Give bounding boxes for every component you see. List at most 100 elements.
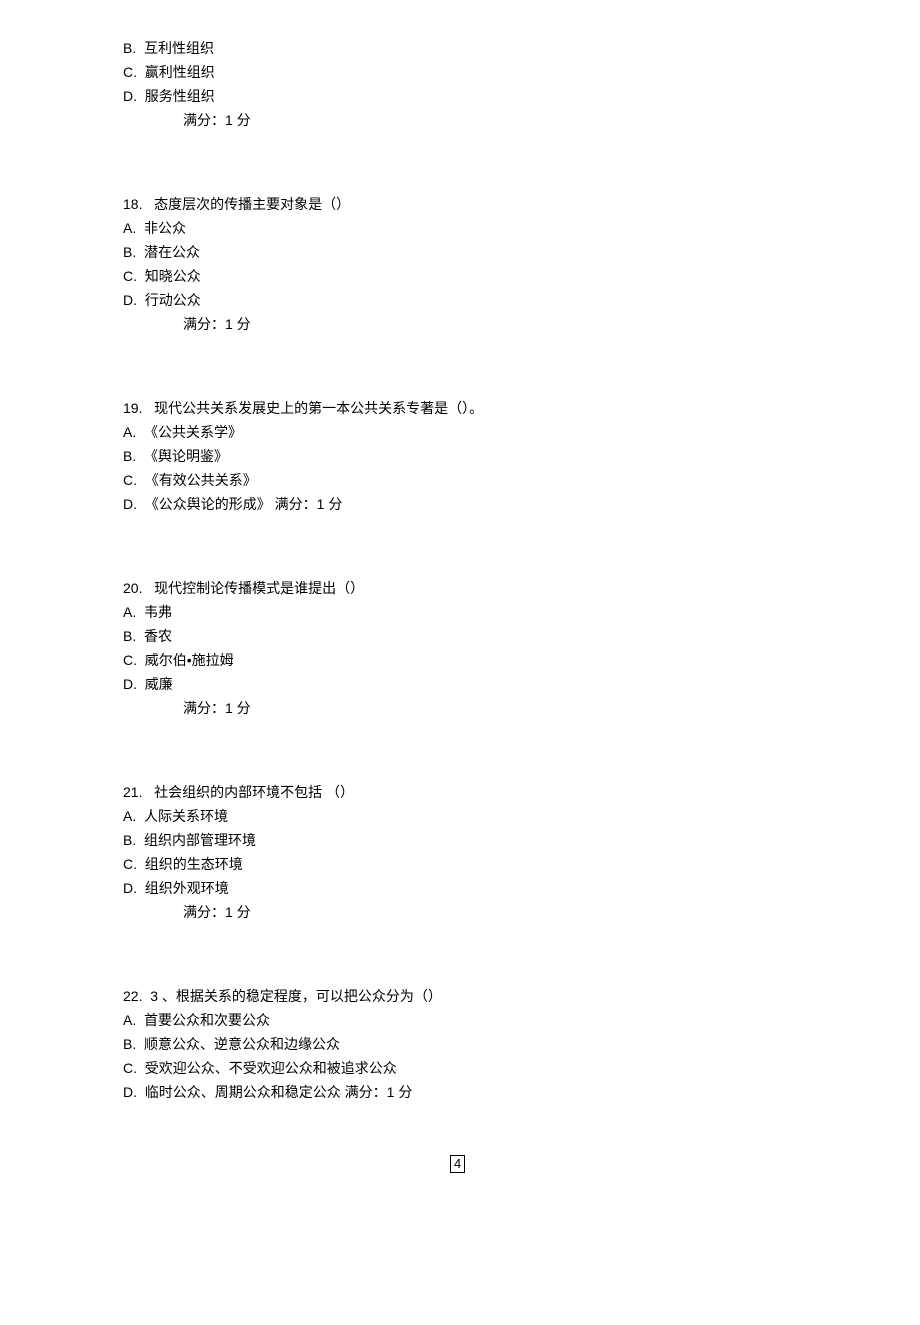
question-number: 21. xyxy=(123,784,142,800)
option-line: A. 人际关系环境 xyxy=(123,804,920,828)
option-text: 服务性组织 xyxy=(145,88,215,104)
option-text: 非公众 xyxy=(144,220,186,236)
option-text: 组织内部管理环境 xyxy=(144,832,256,848)
option-line: A. 首要公众和次要公众 xyxy=(123,1008,920,1032)
option-label: B. xyxy=(123,448,136,464)
question-22: 22. 3 、根据关系的稳定程度，可以把公众分为（） A. 首要公众和次要公众 … xyxy=(123,984,920,1104)
question-number: 20. xyxy=(123,580,142,596)
question-number: 18. xyxy=(123,196,142,212)
option-text: 《有效公共关系》 xyxy=(145,472,257,488)
option-text: 组织的生态环境 xyxy=(145,856,243,872)
option-text: 首要公众和次要公众 xyxy=(144,1012,270,1028)
option-label: C. xyxy=(123,1060,137,1076)
option-line: B. 《舆论明鉴》 xyxy=(123,444,920,468)
option-text: 《舆论明鉴》 xyxy=(144,448,228,464)
option-line: B. 组织内部管理环境 xyxy=(123,828,920,852)
option-line: C. 知晓公众 xyxy=(123,264,920,288)
question-number: 19. xyxy=(123,400,142,416)
option-line: D. 《公众舆论的形成》 满分：1 分 xyxy=(123,492,920,516)
question-stem: 18. 态度层次的传播主要对象是（） xyxy=(123,192,920,216)
option-label: A. xyxy=(123,220,136,236)
question-text: 现代控制论传播模式是谁提出（） xyxy=(154,580,364,596)
option-line: A. 韦弗 xyxy=(123,600,920,624)
option-line: D. 组织外观环境 xyxy=(123,876,920,900)
option-label: D. xyxy=(123,676,137,692)
option-label: C. xyxy=(123,472,137,488)
option-line: B. 香农 xyxy=(123,624,920,648)
option-text: 赢利性组织 xyxy=(145,64,215,80)
question-stem: 20. 现代控制论传播模式是谁提出（） xyxy=(123,576,920,600)
option-text: 临时公众、周期公众和稳定公众 满分：1 分 xyxy=(145,1084,413,1100)
option-text: 顺意公众、逆意公众和边缘公众 xyxy=(144,1036,340,1052)
option-label: C. xyxy=(123,268,137,284)
option-line: A. 《公共关系学》 xyxy=(123,420,920,444)
question-text: 现代公共关系发展史上的第一本公共关系专著是（）。 xyxy=(154,400,483,416)
option-label: D. xyxy=(123,880,137,896)
option-label: B. xyxy=(123,832,136,848)
option-label: D. xyxy=(123,292,137,308)
option-label: A. xyxy=(123,808,136,824)
score-text: 满分：1 分 xyxy=(183,700,251,716)
question-stem: 21. 社会组织的内部环境不包括 （） xyxy=(123,780,920,804)
option-text: 行动公众 xyxy=(145,292,201,308)
option-label: D. xyxy=(123,1084,137,1100)
option-line: D. 服务性组织 xyxy=(123,84,920,108)
score-line: 满分：1 分 xyxy=(123,312,920,336)
score-text: 满分：1 分 xyxy=(183,904,251,920)
option-label: C. xyxy=(123,652,137,668)
option-line: C. 赢利性组织 xyxy=(123,60,920,84)
question-18: 18. 态度层次的传播主要对象是（） A. 非公众 B. 潜在公众 C. 知晓公… xyxy=(123,192,920,336)
question-text: 3 、根据关系的稳定程度，可以把公众分为（） xyxy=(150,988,442,1004)
question-number: 22. xyxy=(123,988,142,1004)
option-label: B. xyxy=(123,40,136,56)
score-line: 满分：1 分 xyxy=(123,900,920,924)
question-19: 19. 现代公共关系发展史上的第一本公共关系专著是（）。 A. 《公共关系学》 … xyxy=(123,396,920,516)
option-line: C. 组织的生态环境 xyxy=(123,852,920,876)
option-label: D. xyxy=(123,88,137,104)
question-20: 20. 现代控制论传播模式是谁提出（） A. 韦弗 B. 香农 C. 威尔伯•施… xyxy=(123,576,920,720)
question-text: 态度层次的传播主要对象是（） xyxy=(154,196,350,212)
option-line: B. 顺意公众、逆意公众和边缘公众 xyxy=(123,1032,920,1056)
option-label: D. xyxy=(123,496,137,512)
option-label: A. xyxy=(123,424,136,440)
option-label: C. xyxy=(123,856,137,872)
option-text: 《公共关系学》 xyxy=(144,424,242,440)
option-line: B. 互利性组织 xyxy=(123,36,920,60)
option-text: 威廉 xyxy=(145,676,173,692)
option-text: 威尔伯•施拉姆 xyxy=(145,652,234,668)
option-text: 香农 xyxy=(144,628,172,644)
option-text: 互利性组织 xyxy=(144,40,214,56)
score-line: 满分：1 分 xyxy=(123,696,920,720)
page-container: B. 互利性组织 C. 赢利性组织 D. 服务性组织 满分：1 分 18. 态度… xyxy=(0,0,920,1325)
option-line: C. 威尔伯•施拉姆 xyxy=(123,648,920,672)
option-label: B. xyxy=(123,628,136,644)
option-label: B. xyxy=(123,244,136,260)
question-21: 21. 社会组织的内部环境不包括 （） A. 人际关系环境 B. 组织内部管理环… xyxy=(123,780,920,924)
option-line: C. 受欢迎公众、不受欢迎公众和被追求公众 xyxy=(123,1056,920,1080)
option-line: B. 潜在公众 xyxy=(123,240,920,264)
question-text: 社会组织的内部环境不包括 （） xyxy=(154,784,354,800)
question-17-partial: B. 互利性组织 C. 赢利性组织 D. 服务性组织 满分：1 分 xyxy=(123,36,920,132)
question-stem: 22. 3 、根据关系的稳定程度，可以把公众分为（） xyxy=(123,984,920,1008)
option-label: A. xyxy=(123,1012,136,1028)
option-text: 《公众舆论的形成》 满分：1 分 xyxy=(145,496,343,512)
option-text: 受欢迎公众、不受欢迎公众和被追求公众 xyxy=(145,1060,397,1076)
page-content: B. 互利性组织 C. 赢利性组织 D. 服务性组织 满分：1 分 18. 态度… xyxy=(0,0,920,1104)
page-number: 4 xyxy=(450,1155,465,1173)
option-line: A. 非公众 xyxy=(123,216,920,240)
score-text: 满分：1 分 xyxy=(183,112,251,128)
option-text: 组织外观环境 xyxy=(145,880,229,896)
option-line: C. 《有效公共关系》 xyxy=(123,468,920,492)
option-line: D. 临时公众、周期公众和稳定公众 满分：1 分 xyxy=(123,1080,920,1104)
score-line: 满分：1 分 xyxy=(123,108,920,132)
option-text: 韦弗 xyxy=(144,604,172,620)
score-text: 满分：1 分 xyxy=(183,316,251,332)
question-stem: 19. 现代公共关系发展史上的第一本公共关系专著是（）。 xyxy=(123,396,920,420)
option-label: B. xyxy=(123,1036,136,1052)
option-label: A. xyxy=(123,604,136,620)
option-text: 知晓公众 xyxy=(145,268,201,284)
option-line: D. 威廉 xyxy=(123,672,920,696)
option-text: 人际关系环境 xyxy=(144,808,228,824)
option-text: 潜在公众 xyxy=(144,244,200,260)
option-line: D. 行动公众 xyxy=(123,288,920,312)
